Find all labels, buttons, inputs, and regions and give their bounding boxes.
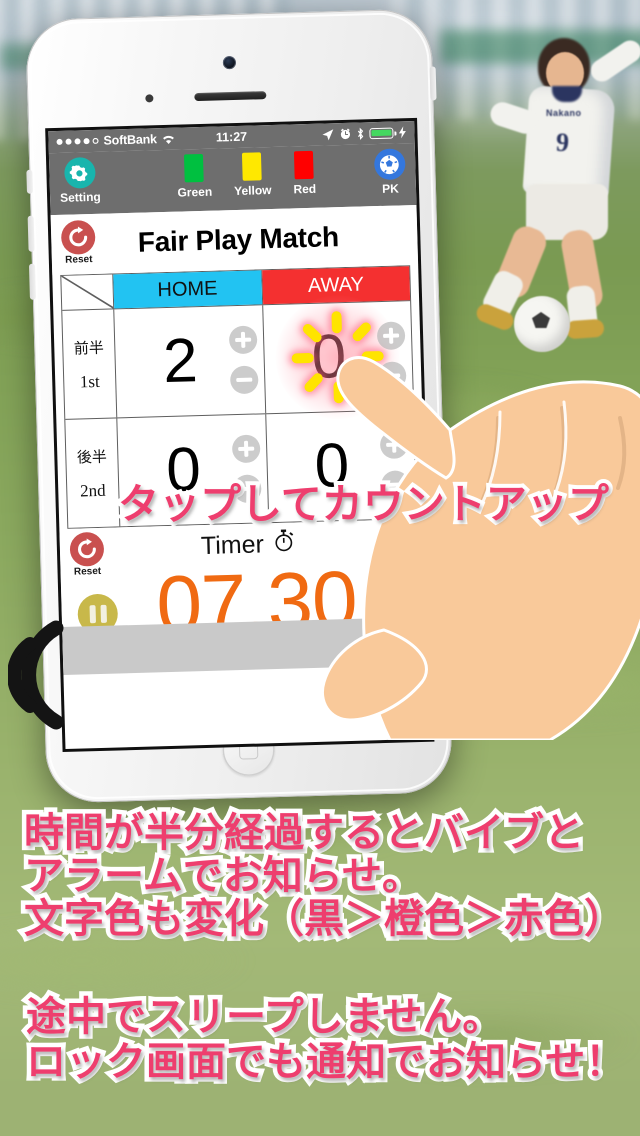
status-icons-group	[321, 126, 406, 141]
volume-up-button	[27, 215, 35, 252]
location-arrow-icon	[322, 128, 334, 140]
battery-icon	[369, 127, 394, 139]
timer-reset-circular-arrow-icon	[69, 531, 105, 567]
charging-bolt-icon	[398, 126, 406, 139]
signal-strength-icon	[56, 138, 98, 145]
bluetooth-icon	[357, 127, 364, 140]
card-buttons-group: Green Yellow Red	[176, 150, 317, 200]
red-card-label: Red	[293, 181, 317, 197]
second-half-label-cell: 後半 2nd	[65, 418, 121, 528]
red-card-icon	[294, 150, 315, 180]
pk-label: PK	[381, 181, 399, 196]
home-label: HOME	[113, 270, 262, 309]
home-decrement-1st[interactable]	[229, 365, 259, 395]
wifi-icon	[162, 133, 176, 144]
tap-hint-text: タップしてカウントアップ	[114, 476, 613, 532]
yellow-card-button[interactable]: Yellow	[233, 152, 272, 198]
promo-screenshot: Nakano 9 SoftBank 11:27 Setting Green Ye…	[0, 0, 640, 1136]
timer-reset-button[interactable]: Reset	[69, 531, 105, 578]
soccer-ball-icon	[373, 148, 406, 181]
green-card-icon	[184, 153, 205, 183]
feature-text-line-3: 文字色も変化（黒＞橙色＞赤色）	[20, 892, 629, 947]
yellow-card-icon	[242, 152, 263, 181]
yellow-card-label: Yellow	[233, 183, 272, 199]
second-half-label-en: 2nd	[79, 480, 106, 500]
timer-title: Timer	[200, 530, 265, 561]
pause-icon-bar-left	[89, 605, 96, 624]
gear-icon	[63, 156, 96, 189]
home-increment-2nd[interactable]	[231, 434, 261, 464]
reset-circular-arrow-icon	[60, 219, 96, 255]
green-card-button[interactable]: Green	[176, 153, 213, 200]
app-toolbar: Setting Green Yellow Red PK	[48, 142, 417, 216]
alarm-clock-icon	[340, 128, 351, 140]
vibration-waves-left-icon	[7, 620, 74, 735]
stopwatch-icon	[272, 529, 295, 561]
home-stepper-1st	[228, 325, 259, 395]
corner-cell	[61, 274, 115, 310]
carrier-label: SoftBank	[103, 132, 157, 148]
score-reset-button[interactable]: Reset	[60, 219, 96, 266]
first-half-label-cell: 前半 1st	[62, 309, 118, 419]
second-half-label-jp: 後半	[76, 448, 108, 467]
pause-icon-bar-right	[100, 604, 107, 623]
home-score-1st: 2	[162, 326, 199, 397]
volume-down-button	[28, 263, 36, 300]
home-increment-1st[interactable]	[228, 325, 258, 355]
red-card-button[interactable]: Red	[292, 150, 317, 197]
clock-label: 11:27	[215, 129, 248, 145]
home-score-cell-1st[interactable]: 2	[114, 305, 266, 418]
green-card-label: Green	[177, 184, 213, 200]
page-title: Fair Play Match	[137, 221, 340, 258]
setting-button[interactable]: Setting	[59, 156, 101, 205]
soccer-player-photo: Nakano 9	[470, 10, 640, 352]
first-half-label-en: 1st	[79, 371, 100, 391]
first-half-label-jp: 前半	[73, 339, 105, 358]
power-button	[429, 66, 437, 101]
timer-reset-label: Reset	[73, 565, 102, 578]
home-column-header: HOME	[113, 270, 263, 309]
title-bar: Reset Fair Play Match	[50, 204, 419, 276]
mute-switch	[26, 169, 33, 194]
feature-text-line-5: ロック画面でも通知でお知らせ！	[21, 1035, 629, 1090]
setting-label: Setting	[59, 189, 101, 205]
score-reset-label: Reset	[65, 254, 93, 266]
pk-button[interactable]: PK	[373, 148, 406, 196]
